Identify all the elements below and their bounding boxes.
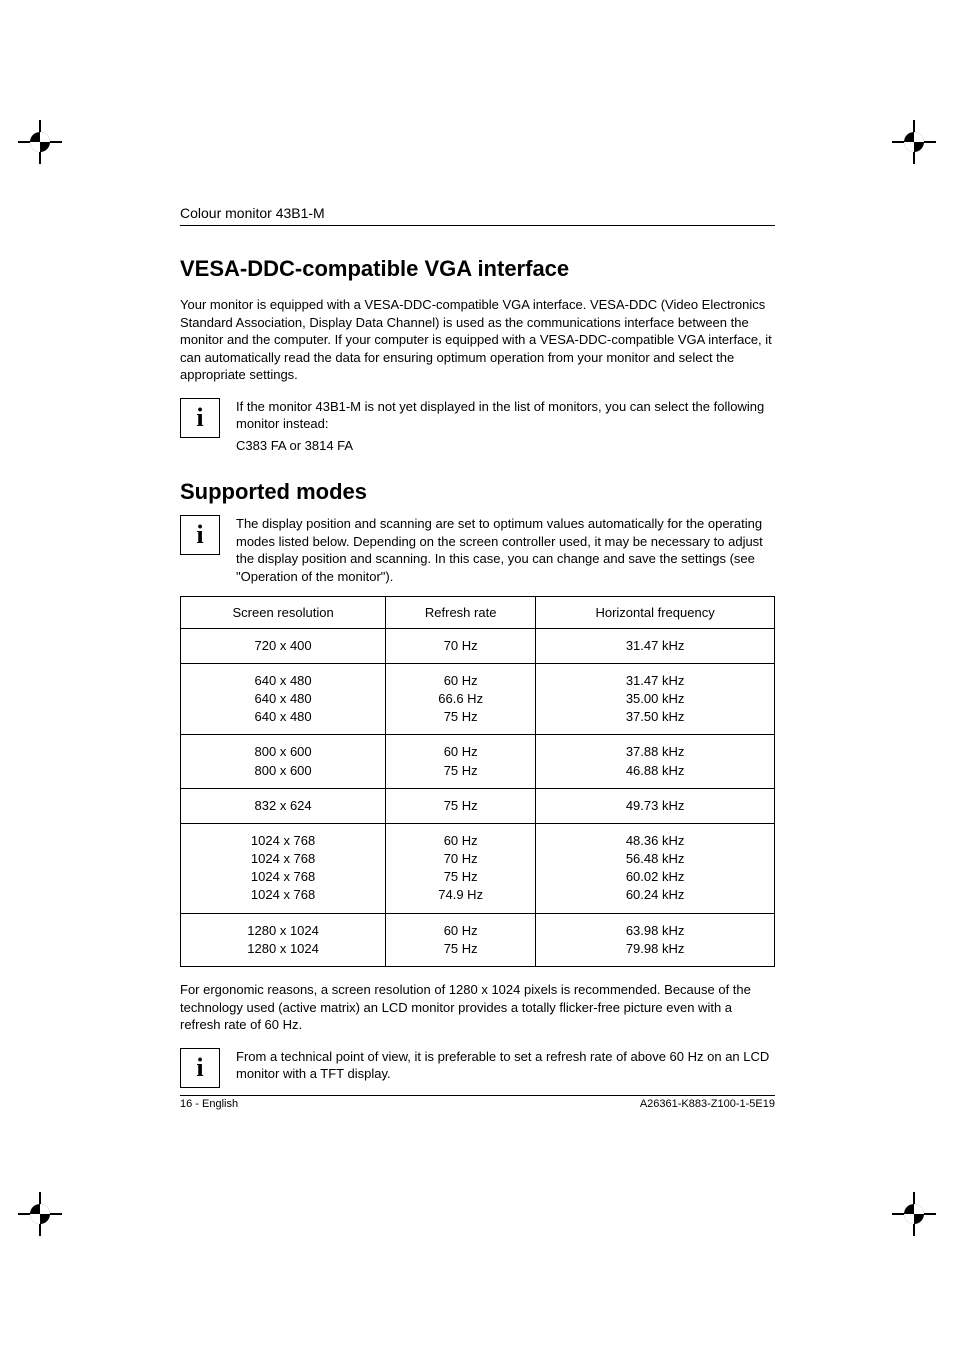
table-row: 720 x 40070 Hz31.47 kHz	[181, 628, 775, 663]
table-cell: 60 Hz66.6 Hz75 Hz	[386, 663, 536, 735]
table-cell: 1280 x 10241280 x 1024	[181, 913, 386, 966]
table-row: 1280 x 10241280 x 102460 Hz75 Hz63.98 kH…	[181, 913, 775, 966]
table-cell: 37.88 kHz46.88 kHz	[536, 735, 775, 788]
ergonomic-paragraph: For ergonomic reasons, a screen resoluti…	[180, 981, 775, 1034]
table-cell: 49.73 kHz	[536, 788, 775, 823]
table-cell: 48.36 kHz56.48 kHz60.02 kHz60.24 kHz	[536, 823, 775, 913]
table-header-frequency: Horizontal frequency	[536, 596, 775, 628]
table-cell: 31.47 kHz35.00 kHz37.50 kHz	[536, 663, 775, 735]
page-footer: 16 - English A26361-K883-Z100-1-5E19	[180, 1095, 775, 1110]
info-note-3-text: From a technical point of view, it is pr…	[236, 1048, 775, 1083]
table-cell: 640 x 480640 x 480640 x 480	[181, 663, 386, 735]
info-note-1: i If the monitor 43B1-M is not yet displ…	[180, 398, 775, 455]
supported-modes-table: Screen resolution Refresh rate Horizonta…	[180, 596, 775, 967]
footer-doc-id: A26361-K883-Z100-1-5E19	[640, 1098, 775, 1110]
registration-mark-icon	[18, 120, 62, 164]
footer-rule	[180, 1095, 775, 1096]
table-row: 832 x 62475 Hz49.73 kHz	[181, 788, 775, 823]
info-note-1-sub: C383 FA or 3814 FA	[236, 437, 775, 455]
table-header-resolution: Screen resolution	[181, 596, 386, 628]
table-cell: 31.47 kHz	[536, 628, 775, 663]
table-cell: 60 Hz75 Hz	[386, 735, 536, 788]
section-title-supported-modes: Supported modes	[180, 479, 775, 505]
table-cell: 70 Hz	[386, 628, 536, 663]
section-title-vesa: VESA-DDC-compatible VGA interface	[180, 256, 775, 282]
table-row: 640 x 480640 x 480640 x 48060 Hz66.6 Hz7…	[181, 663, 775, 735]
intro-paragraph: Your monitor is equipped with a VESA-DDC…	[180, 296, 775, 384]
registration-mark-icon	[892, 120, 936, 164]
footer-page-number: 16 - English	[180, 1098, 238, 1110]
table-cell: 720 x 400	[181, 628, 386, 663]
info-note-3: i From a technical point of view, it is …	[180, 1048, 775, 1088]
registration-mark-icon	[892, 1192, 936, 1236]
table-cell: 1024 x 7681024 x 7681024 x 7681024 x 768	[181, 823, 386, 913]
info-icon: i	[180, 515, 220, 555]
table-cell: 63.98 kHz79.98 kHz	[536, 913, 775, 966]
table-cell: 60 Hz75 Hz	[386, 913, 536, 966]
info-icon: i	[180, 1048, 220, 1088]
table-row: 800 x 600800 x 60060 Hz75 Hz37.88 kHz46.…	[181, 735, 775, 788]
info-note-1-text: If the monitor 43B1-M is not yet display…	[236, 398, 775, 433]
table-header-refresh: Refresh rate	[386, 596, 536, 628]
table-cell: 60 Hz70 Hz75 Hz74.9 Hz	[386, 823, 536, 913]
page-header: Colour monitor 43B1-M	[180, 205, 775, 221]
info-icon: i	[180, 398, 220, 438]
registration-mark-icon	[18, 1192, 62, 1236]
table-cell: 75 Hz	[386, 788, 536, 823]
table-cell: 832 x 624	[181, 788, 386, 823]
table-row: 1024 x 7681024 x 7681024 x 7681024 x 768…	[181, 823, 775, 913]
info-note-2: i The display position and scanning are …	[180, 515, 775, 585]
header-rule	[180, 225, 775, 226]
table-cell: 800 x 600800 x 600	[181, 735, 386, 788]
info-note-2-text: The display position and scanning are se…	[236, 515, 775, 585]
